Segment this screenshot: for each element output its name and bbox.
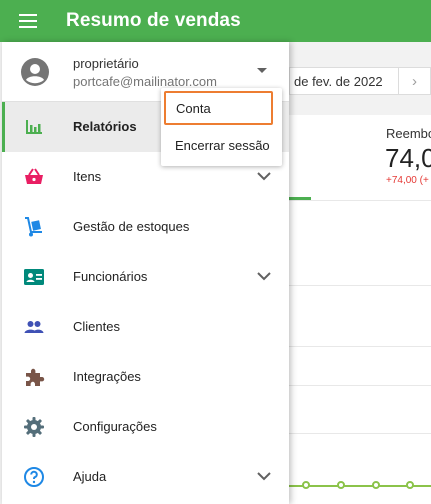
app-bar: Resumo de vendas <box>0 0 431 42</box>
chart-gridline <box>289 346 431 347</box>
chart-point <box>302 481 310 489</box>
avatar-icon <box>21 58 49 86</box>
divider <box>289 200 431 201</box>
date-range-text: de fev. de 2022 <box>294 73 383 89</box>
nav-label-reports: Relatórios <box>73 119 137 134</box>
account-email: portcafe@mailinator.com <box>73 74 217 89</box>
chart-gridline <box>289 385 431 386</box>
nav-label-integrations: Integrações <box>73 369 141 384</box>
chevron-down-icon[interactable] <box>257 171 271 181</box>
nav-item-help[interactable]: Ajuda <box>2 452 289 502</box>
hand-truck-icon <box>25 217 42 237</box>
nav-label-items: Itens <box>73 169 102 184</box>
nav-label-help: Ajuda <box>73 469 107 484</box>
chart-point <box>337 481 345 489</box>
nav-item-settings[interactable]: Configurações <box>2 402 289 452</box>
nav-item-integrations[interactable]: Integrações <box>2 352 289 402</box>
gear-icon <box>24 417 44 437</box>
chevron-down-icon[interactable] <box>257 471 271 481</box>
nav-item-inventory[interactable]: Gestão de estoques <box>2 202 289 252</box>
menu-item-account[interactable]: Conta <box>164 91 273 125</box>
chevron-down-icon[interactable] <box>257 271 271 281</box>
refunds-label: Reembo <box>386 126 431 141</box>
summary-card: Reembo 74,00 +74,00 (+ <box>289 115 431 504</box>
menu-item-logout[interactable]: Encerrar sessão <box>161 128 282 162</box>
puzzle-icon <box>26 368 45 386</box>
nav-item-customers[interactable]: Clientes <box>2 302 289 352</box>
basket-icon <box>25 168 43 184</box>
account-menu: Conta Encerrar sessão <box>161 88 282 166</box>
account-name: proprietário <box>73 56 139 71</box>
nav-label-inventory: Gestão de estoques <box>73 219 190 234</box>
menu-icon[interactable] <box>0 0 56 42</box>
menu-item-logout-label: Encerrar sessão <box>175 138 270 153</box>
chart-point <box>406 481 414 489</box>
nav-label-employees: Funcionários <box>73 269 148 284</box>
nav-label-settings: Configurações <box>73 419 157 434</box>
refunds-delta: +74,00 (+ <box>386 175 429 186</box>
caret-down-icon[interactable] <box>257 68 267 73</box>
refunds-value: 74,00 <box>385 143 431 173</box>
people-icon <box>24 321 44 333</box>
date-range-selector[interactable]: de fev. de 2022 › <box>289 67 431 95</box>
chart-point <box>372 481 380 489</box>
chart-gridline <box>289 433 431 434</box>
help-icon <box>24 467 44 487</box>
nav-label-customers: Clientes <box>73 319 120 334</box>
menu-item-account-label: Conta <box>176 101 211 116</box>
bar-chart-icon <box>26 120 42 134</box>
active-indicator <box>2 102 5 152</box>
nav-item-employees[interactable]: Funcionários <box>2 252 289 302</box>
next-period-button[interactable]: › <box>398 68 430 94</box>
chart-gridline <box>289 285 431 286</box>
id-card-icon <box>24 269 44 285</box>
page-title: Resumo de vendas <box>66 10 241 31</box>
